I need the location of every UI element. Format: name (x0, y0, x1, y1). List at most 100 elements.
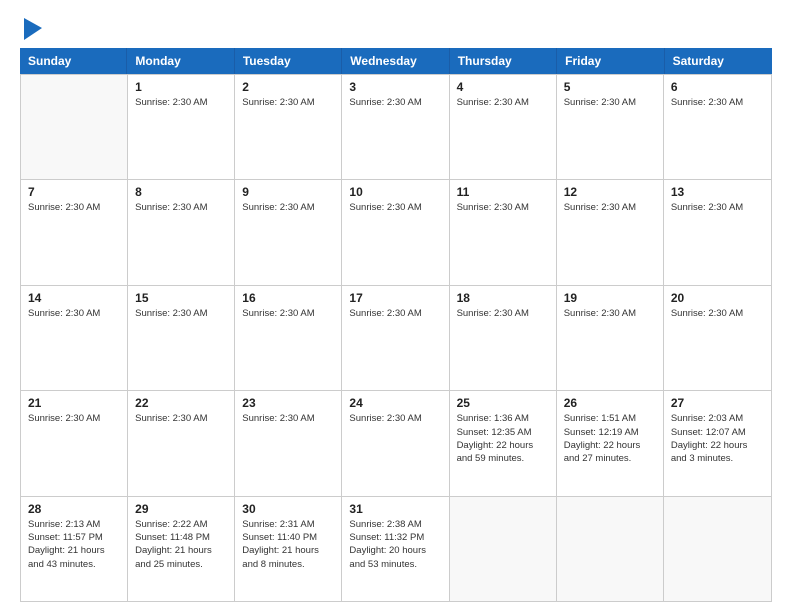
day-number: 29 (135, 502, 227, 516)
day-info: Sunrise: 2:31 AMSunset: 11:40 PMDaylight… (242, 518, 334, 571)
day-info: Sunrise: 2:30 AM (349, 201, 441, 214)
calendar-cell: 24Sunrise: 2:30 AM (342, 391, 449, 495)
day-info: Sunrise: 2:30 AM (242, 412, 334, 425)
day-info: Sunrise: 2:30 AM (28, 412, 120, 425)
day-number: 5 (564, 80, 656, 94)
calendar-row: 28Sunrise: 2:13 AMSunset: 11:57 PMDaylig… (21, 496, 771, 601)
calendar-cell: 2Sunrise: 2:30 AM (235, 75, 342, 179)
day-number: 8 (135, 185, 227, 199)
weekday-header: Wednesday (342, 48, 449, 74)
day-number: 10 (349, 185, 441, 199)
calendar-cell: 9 Sunrise: 2:30 AM (235, 180, 342, 284)
day-number: 27 (671, 396, 764, 410)
calendar-cell: 6 Sunrise: 2:30 AM (664, 75, 771, 179)
calendar-cell: 26 Sunrise: 1:51 AMSunset: 12:19 AMDaylig… (557, 391, 664, 495)
calendar-cell: 25Sunrise: 1:36 AMSunset: 12:35 AMDaylig… (450, 391, 557, 495)
day-number: 7 (28, 185, 120, 199)
calendar-cell: 30Sunrise: 2:31 AMSunset: 11:40 PMDaylig… (235, 497, 342, 601)
calendar-cell: 4 Sunrise: 2:30 AM (450, 75, 557, 179)
day-info: Sunrise: 2:30 AM (28, 201, 120, 214)
calendar-cell: 16 Sunrise: 2:30 AM (235, 286, 342, 390)
weekday-header: Thursday (450, 48, 557, 74)
day-info: Sunrise: 2:30 AM (28, 307, 120, 320)
calendar: SundayMondayTuesdayWednesdayThursdayFrid… (20, 48, 772, 602)
calendar-cell: 22Sunrise: 2:30 AM (128, 391, 235, 495)
header (20, 18, 772, 40)
weekday-header: Monday (127, 48, 234, 74)
day-number: 23 (242, 396, 334, 410)
day-info: Sunrise: 2:30 AM (671, 96, 764, 109)
calendar-header: SundayMondayTuesdayWednesdayThursdayFrid… (20, 48, 772, 74)
calendar-cell: 20 Sunrise: 2:30 AM (664, 286, 771, 390)
calendar-cell: 5 Sunrise: 2:30 AM (557, 75, 664, 179)
calendar-cell: 15Sunrise: 2:30 AM (128, 286, 235, 390)
day-number: 21 (28, 396, 120, 410)
day-info: Sunrise: 1:36 AMSunset: 12:35 AMDaylight… (457, 412, 549, 465)
day-number: 4 (457, 80, 549, 94)
day-number: 26 (564, 396, 656, 410)
day-number: 28 (28, 502, 120, 516)
calendar-cell: 18Sunrise: 2:30 AM (450, 286, 557, 390)
day-number: 12 (564, 185, 656, 199)
day-number: 17 (349, 291, 441, 305)
day-number: 9 (242, 185, 334, 199)
day-info: Sunrise: 2:30 AM (457, 96, 549, 109)
day-info: Sunrise: 1:51 AMSunset: 12:19 AMDaylight… (564, 412, 656, 465)
day-info: Sunrise: 2:03 AMSunset: 12:07 AMDaylight… (671, 412, 764, 465)
day-number: 16 (242, 291, 334, 305)
day-number: 11 (457, 185, 549, 199)
calendar-cell: 11 Sunrise: 2:30 AM (450, 180, 557, 284)
calendar-cell: 29Sunrise: 2:22 AMSunset: 11:48 PMDaylig… (128, 497, 235, 601)
calendar-cell: 3 Sunrise: 2:30 AM (342, 75, 449, 179)
logo (20, 18, 42, 40)
calendar-cell: 23 Sunrise: 2:30 AM (235, 391, 342, 495)
day-info: Sunrise: 2:30 AM (349, 307, 441, 320)
day-info: Sunrise: 2:30 AM (457, 201, 549, 214)
day-number: 3 (349, 80, 441, 94)
calendar-cell (664, 497, 771, 601)
day-number: 14 (28, 291, 120, 305)
calendar-body: 1Sunrise: 2:30 AM2Sunrise: 2:30 AM3Sunri… (20, 74, 772, 602)
calendar-cell: 28Sunrise: 2:13 AMSunset: 11:57 PMDaylig… (21, 497, 128, 601)
day-info: Sunrise: 2:30 AM (242, 307, 334, 320)
day-info: Sunrise: 2:30 AM (135, 96, 227, 109)
weekday-header: Tuesday (235, 48, 342, 74)
calendar-cell: 10 Sunrise: 2:30 AM (342, 180, 449, 284)
calendar-cell: 17 Sunrise: 2:30 AM (342, 286, 449, 390)
day-info: Sunrise: 2:30 AM (671, 307, 764, 320)
calendar-cell: 31Sunrise: 2:38 AMSunset: 11:32 PMDaylig… (342, 497, 449, 601)
calendar-cell: 1Sunrise: 2:30 AM (128, 75, 235, 179)
day-number: 20 (671, 291, 764, 305)
calendar-cell: 14 Sunrise: 2:30 AM (21, 286, 128, 390)
day-number: 2 (242, 80, 334, 94)
day-number: 6 (671, 80, 764, 94)
calendar-cell: 27 Sunrise: 2:03 AMSunset: 12:07 AMDaylig… (664, 391, 771, 495)
calendar-cell: 8Sunrise: 2:30 AM (128, 180, 235, 284)
day-info: Sunrise: 2:30 AM (349, 96, 441, 109)
calendar-cell: 21 Sunrise: 2:30 AM (21, 391, 128, 495)
calendar-cell: 13 Sunrise: 2:30 AM (664, 180, 771, 284)
calendar-cell: 19Sunrise: 2:30 AM (557, 286, 664, 390)
day-number: 13 (671, 185, 764, 199)
calendar-row: 7Sunrise: 2:30 AM8Sunrise: 2:30 AM9Sunri… (21, 179, 771, 284)
page: SundayMondayTuesdayWednesdayThursdayFrid… (0, 0, 792, 612)
calendar-cell (450, 497, 557, 601)
calendar-row: 21Sunrise: 2:30 AM22Sunrise: 2:30 AM23Su… (21, 390, 771, 495)
weekday-header: Friday (557, 48, 664, 74)
calendar-cell (557, 497, 664, 601)
weekday-header: Saturday (665, 48, 772, 74)
day-info: Sunrise: 2:30 AM (457, 307, 549, 320)
logo-icon (24, 18, 42, 40)
day-number: 19 (564, 291, 656, 305)
day-info: Sunrise: 2:30 AM (242, 201, 334, 214)
day-info: Sunrise: 2:30 AM (671, 201, 764, 214)
day-info: Sunrise: 2:30 AM (135, 307, 227, 320)
day-number: 24 (349, 396, 441, 410)
weekday-header: Sunday (20, 48, 127, 74)
day-info: Sunrise: 2:30 AM (564, 201, 656, 214)
calendar-row: 1Sunrise: 2:30 AM2Sunrise: 2:30 AM3Sunri… (21, 74, 771, 179)
day-number: 22 (135, 396, 227, 410)
day-info: Sunrise: 2:38 AMSunset: 11:32 PMDaylight… (349, 518, 441, 571)
day-info: Sunrise: 2:30 AM (564, 96, 656, 109)
calendar-cell (21, 75, 128, 179)
